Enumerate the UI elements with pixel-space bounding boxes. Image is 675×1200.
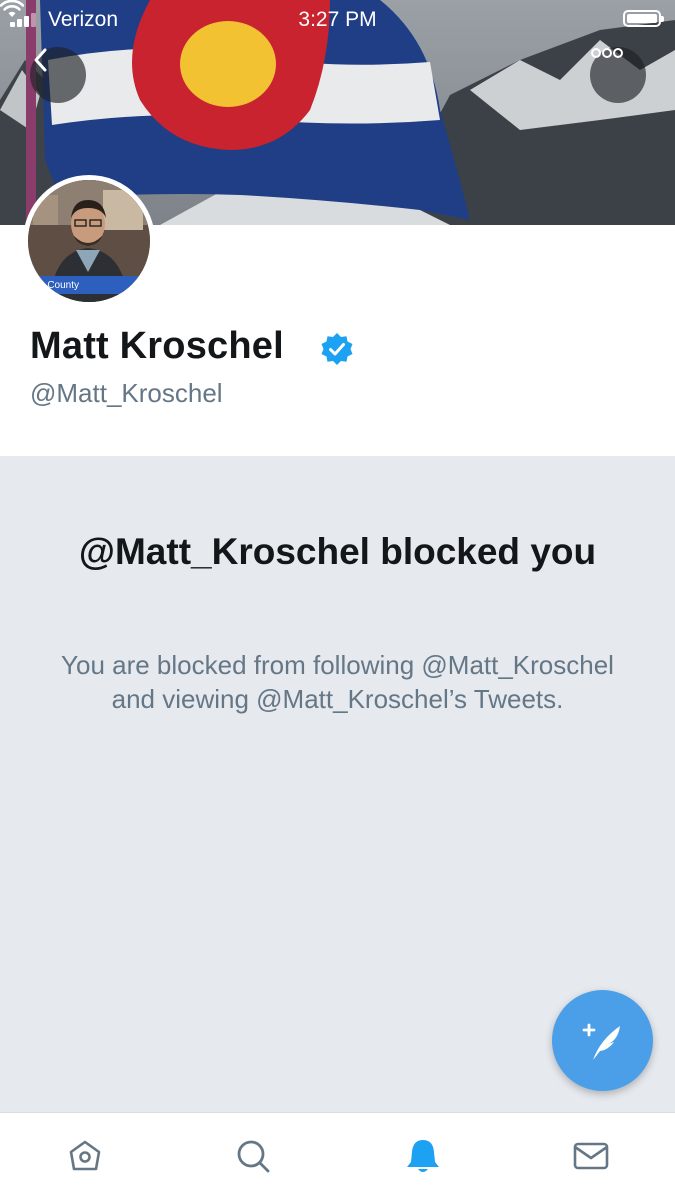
status-bar: Verizon 3:27 PM bbox=[0, 0, 675, 40]
tab-search[interactable] bbox=[228, 1131, 278, 1181]
verified-badge-icon bbox=[321, 333, 353, 365]
home-icon bbox=[69, 1140, 101, 1171]
profile-avatar[interactable]: nit County bbox=[23, 175, 155, 307]
compose-feather-icon bbox=[582, 1023, 620, 1060]
messages-envelope-icon bbox=[573, 1142, 609, 1170]
avatar-caption: nit County bbox=[34, 280, 80, 291]
back-button[interactable] bbox=[30, 47, 86, 103]
compose-tweet-button[interactable] bbox=[552, 990, 653, 1091]
tab-notifications[interactable] bbox=[398, 1131, 448, 1181]
tab-home[interactable] bbox=[60, 1131, 110, 1181]
chevron-left-icon bbox=[34, 48, 47, 72]
bottom-tab-bar bbox=[0, 1112, 675, 1200]
profile-handle: @Matt_Kroschel bbox=[30, 378, 223, 408]
clock-time: 3:27 PM bbox=[298, 8, 377, 31]
blocked-message: You are blocked from following @Matt_Kro… bbox=[61, 650, 614, 714]
avatar-photo: nit County bbox=[28, 180, 150, 302]
more-dots-icon bbox=[591, 48, 623, 58]
battery-icon bbox=[623, 10, 664, 27]
notifications-bell-icon bbox=[407, 1140, 439, 1172]
tab-messages[interactable] bbox=[566, 1131, 616, 1181]
blocked-title: @Matt_Kroschel blocked you bbox=[78, 531, 597, 572]
more-options-button[interactable] bbox=[590, 47, 646, 103]
search-icon bbox=[237, 1140, 270, 1173]
profile-name: Matt Kroschel bbox=[30, 325, 284, 367]
